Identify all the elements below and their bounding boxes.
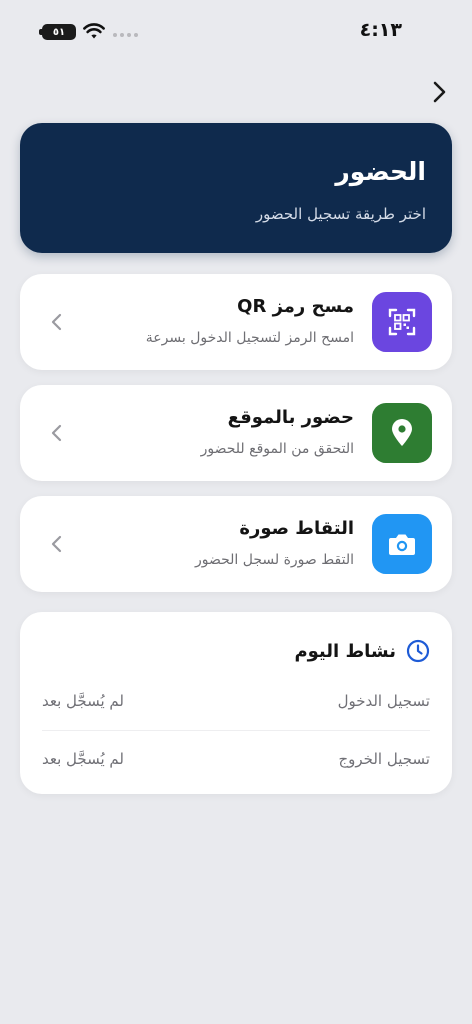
today-activity-card: نشاط اليوم تسجيل الدخول لم يُسجَّل بعد ت…: [20, 612, 452, 794]
option-location-attendance[interactable]: حضور بالموقع التحقق من الموقع للحضور: [20, 385, 452, 481]
qr-code-icon: [372, 292, 432, 352]
status-bar: ٥١ ٤:١٣: [0, 0, 472, 64]
location-pin-icon: [372, 403, 432, 463]
battery-level: ٥١: [52, 26, 66, 38]
chevron-left-icon: [51, 313, 62, 331]
back-chevron-icon[interactable]: [428, 79, 452, 105]
activity-row-check-out: تسجيل الخروج لم يُسجَّل بعد: [42, 741, 430, 777]
activity-value: لم يُسجَّل بعد: [42, 750, 124, 768]
activity-label: تسجيل الدخول: [337, 692, 430, 710]
activity-header: نشاط اليوم: [294, 636, 430, 666]
camera-icon: [372, 514, 432, 574]
option-subtitle: التحقق من الموقع للحضور: [200, 441, 354, 457]
option-take-photo[interactable]: التقاط صورة التقط صورة لسجل الحضور: [20, 496, 452, 592]
signal-dots-icon: [113, 33, 138, 37]
page-title: الحضور: [335, 157, 426, 186]
attendance-header-card: الحضور اختر طريقة تسجيل الحضور: [20, 123, 452, 253]
option-title: التقاط صورة: [239, 518, 354, 539]
option-qr-scan[interactable]: مسح رمز QR امسح الرمز لتسجيل الدخول بسرع…: [20, 274, 452, 370]
chevron-left-icon: [51, 535, 62, 553]
page-subtitle: اختر طريقة تسجيل الحضور: [255, 205, 426, 223]
divider: [42, 730, 430, 731]
clock-icon: [406, 639, 430, 663]
chevron-left-icon: [51, 424, 62, 442]
battery-indicator: ٥١: [39, 24, 76, 40]
option-title: حضور بالموقع: [227, 407, 354, 428]
option-subtitle: امسح الرمز لتسجيل الدخول بسرعة: [145, 330, 354, 346]
status-time: ٤:١٣: [359, 19, 402, 41]
activity-label: تسجيل الخروج: [338, 750, 430, 768]
activity-title: نشاط اليوم: [294, 640, 396, 662]
option-title: مسح رمز QR: [237, 296, 354, 317]
wifi-icon: [83, 23, 105, 39]
activity-row-check-in: تسجيل الدخول لم يُسجَّل بعد: [42, 683, 430, 719]
option-subtitle: التقط صورة لسجل الحضور: [194, 552, 354, 568]
activity-value: لم يُسجَّل بعد: [42, 692, 124, 710]
